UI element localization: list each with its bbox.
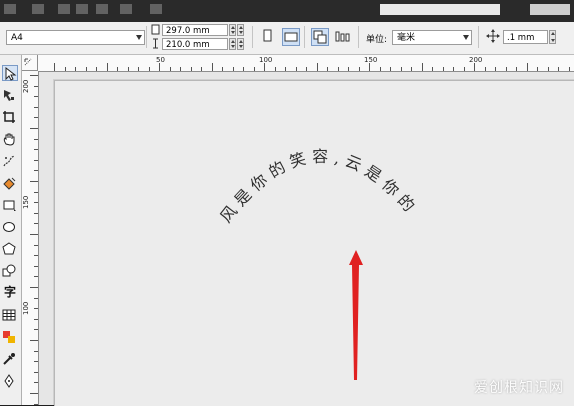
arc-text-content: 风是你的笑容,云是你的身影	[0, 0, 418, 226]
red-arrow-icon	[349, 250, 363, 380]
arc-text[interactable]: 风是你的笑容,云是你的身影	[0, 0, 418, 226]
artwork-layer: 风是你的笑容,云是你的身影	[0, 0, 418, 380]
watermark: 爱创根知识网	[474, 380, 564, 396]
